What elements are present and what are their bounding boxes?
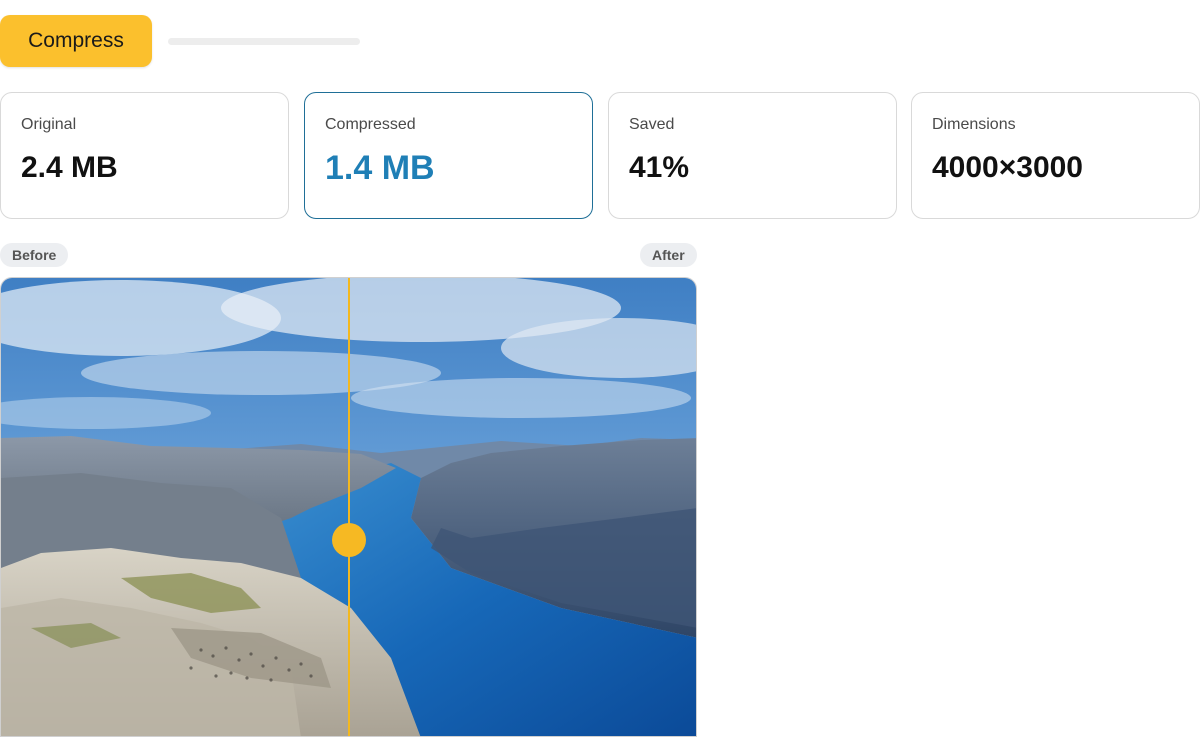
stat-value: 2.4 MB bbox=[21, 151, 118, 184]
before-after-comparison[interactable] bbox=[0, 277, 697, 737]
stat-label: Original bbox=[21, 116, 77, 133]
compression-progress-bar bbox=[168, 38, 360, 45]
stat-card-original: Original 2.4 MB bbox=[0, 92, 289, 219]
stat-label: Saved bbox=[629, 116, 675, 133]
comparison-slider-handle[interactable] bbox=[332, 523, 366, 557]
stat-value: 4000×3000 bbox=[932, 151, 1083, 184]
stat-card-saved: Saved 41% bbox=[608, 92, 897, 219]
stat-label: Dimensions bbox=[932, 116, 1016, 133]
compress-button[interactable]: Compress bbox=[0, 15, 152, 67]
comparison-divider bbox=[348, 278, 350, 736]
before-label: Before bbox=[0, 243, 69, 267]
after-label: After bbox=[640, 243, 697, 267]
stat-value: 41% bbox=[629, 151, 690, 184]
stat-card-dimensions: Dimensions 4000×3000 bbox=[911, 92, 1200, 219]
stat-card-compressed: Compressed 1.4 MB bbox=[304, 92, 593, 219]
stats-row: Original 2.4 MB Compressed 1.4 MB Saved … bbox=[0, 92, 1200, 219]
stat-label: Compressed bbox=[325, 116, 416, 133]
stat-value: 1.4 MB bbox=[325, 149, 435, 187]
